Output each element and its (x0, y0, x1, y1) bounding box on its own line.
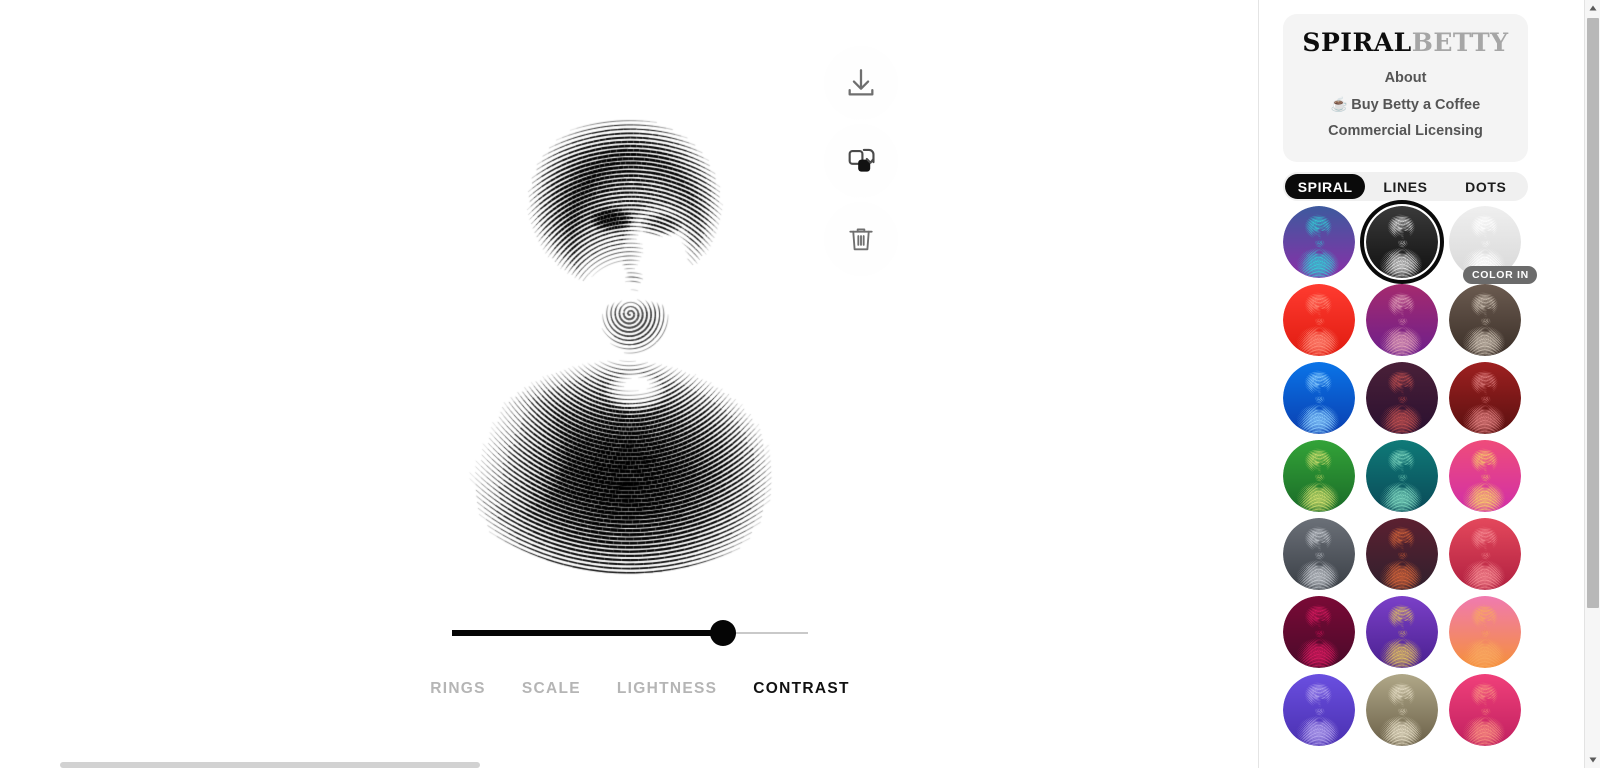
rotate-icon (844, 144, 878, 178)
color-swatch-badge: COLOR IN (1463, 266, 1537, 284)
brand-logo-part2: BETTY (1411, 28, 1509, 57)
color-swatch-thumbnail (1366, 596, 1438, 668)
control-tab-group: RINGS SCALE LIGHTNESS CONTRAST (400, 676, 880, 702)
color-swatch-thumbnail (1283, 362, 1355, 434)
coffee-cup-icon: ☕ (1330, 95, 1349, 112)
delete-button[interactable] (824, 202, 898, 276)
scroll-down-arrow-icon[interactable] (1585, 752, 1600, 768)
download-button[interactable] (824, 46, 898, 120)
color-swatch[interactable] (1449, 284, 1521, 356)
sidebar: SPIRALBETTY About ☕ Buy Betty a Coffee Co… (1258, 0, 1584, 768)
color-swatch[interactable] (1366, 596, 1438, 668)
slider-fill (452, 629, 723, 636)
color-swatch-thumbnail (1366, 206, 1438, 278)
color-swatch-thumbnail (1283, 518, 1355, 590)
color-swatch-thumbnail (1366, 674, 1438, 746)
color-swatch-thumbnail (1449, 440, 1521, 512)
color-swatch[interactable]: COLOR IN (1449, 206, 1537, 284)
color-swatch[interactable] (1283, 284, 1355, 356)
mode-tab-spiral[interactable]: SPIRAL (1285, 174, 1366, 199)
color-swatch[interactable] (1366, 674, 1438, 746)
buy-coffee-link[interactable]: ☕ Buy Betty a Coffee (1293, 92, 1518, 119)
color-swatch-thumbnail (1366, 362, 1438, 434)
color-swatch[interactable] (1449, 596, 1521, 668)
brand-card: SPIRALBETTY About ☕ Buy Betty a Coffee Co… (1283, 14, 1528, 163)
download-icon (844, 66, 878, 100)
commercial-licensing-link[interactable]: Commercial Licensing (1293, 119, 1518, 145)
horizontal-scrollbar-thumb[interactable] (60, 762, 480, 768)
spiral-preview[interactable] (368, 52, 892, 576)
trash-icon (845, 223, 877, 255)
color-swatch-thumbnail (1449, 596, 1521, 668)
brand-logo-part1: SPIRAL (1302, 28, 1412, 57)
control-tab-contrast[interactable]: CONTRAST (735, 676, 868, 702)
color-swatch-thumbnail (1283, 284, 1355, 356)
vertical-scrollbar-thumb[interactable] (1587, 18, 1599, 608)
color-swatch-grid: COLOR IN (1283, 200, 1561, 746)
about-link-label: About (1384, 70, 1427, 86)
color-swatch[interactable] (1366, 284, 1438, 356)
color-swatch-thumbnail (1449, 284, 1521, 356)
color-swatch-thumbnail (1283, 596, 1355, 668)
control-tab-lightness[interactable]: LIGHTNESS (599, 676, 735, 702)
color-swatch[interactable] (1366, 518, 1438, 590)
color-swatch-thumbnail (1283, 674, 1355, 746)
about-link[interactable]: About (1293, 66, 1518, 92)
color-swatch[interactable] (1283, 674, 1355, 746)
color-swatch-thumbnail (1283, 440, 1355, 512)
mode-tab-group: SPIRAL LINES DOTS (1283, 172, 1528, 201)
color-swatch[interactable] (1449, 440, 1521, 512)
color-swatch[interactable] (1360, 200, 1444, 284)
mode-tab-lines[interactable]: LINES (1365, 174, 1445, 199)
commercial-licensing-label: Commercial Licensing (1328, 122, 1483, 139)
spiral-betty-app: RINGS SCALE LIGHTNESS CONTRAST SPIRALBETTY … (0, 0, 1600, 768)
color-swatch[interactable] (1366, 440, 1438, 512)
color-swatch[interactable] (1449, 518, 1521, 590)
color-swatch[interactable] (1366, 362, 1438, 434)
vertical-scrollbar[interactable] (1584, 0, 1600, 768)
color-swatch[interactable] (1449, 674, 1521, 746)
color-swatch[interactable] (1283, 518, 1355, 590)
control-tab-rings[interactable]: RINGS (412, 676, 504, 702)
color-swatch[interactable] (1283, 596, 1355, 668)
spiral-preview-canvas[interactable] (368, 52, 892, 576)
mode-tab-dots[interactable]: DOTS (1446, 174, 1526, 199)
color-swatch-thumbnail (1449, 362, 1521, 434)
buy-coffee-link-label: Buy Betty a Coffee (1351, 96, 1481, 113)
slider-thumb[interactable] (709, 620, 736, 646)
scroll-up-arrow-icon[interactable] (1585, 0, 1600, 16)
brand-logo[interactable]: SPIRALBETTY (1293, 30, 1518, 55)
color-swatch-thumbnail (1366, 440, 1438, 512)
color-swatch-thumbnail (1366, 284, 1438, 356)
control-tab-scale[interactable]: SCALE (504, 676, 599, 702)
color-swatch-thumbnail (1449, 518, 1521, 590)
horizontal-scrollbar[interactable] (0, 760, 1258, 768)
contrast-slider[interactable] (452, 620, 808, 646)
action-button-group (824, 46, 898, 276)
canvas-area: RINGS SCALE LIGHTNESS CONTRAST (0, 0, 1258, 768)
color-swatch[interactable] (1283, 206, 1355, 278)
color-swatch-thumbnail (1449, 674, 1521, 746)
color-swatch-thumbnail (1283, 206, 1355, 278)
color-swatch-thumbnail (1366, 518, 1438, 590)
color-swatch[interactable] (1449, 362, 1521, 434)
rotate-button[interactable] (824, 124, 898, 198)
color-swatch[interactable] (1283, 440, 1355, 512)
color-swatch[interactable] (1283, 362, 1355, 434)
